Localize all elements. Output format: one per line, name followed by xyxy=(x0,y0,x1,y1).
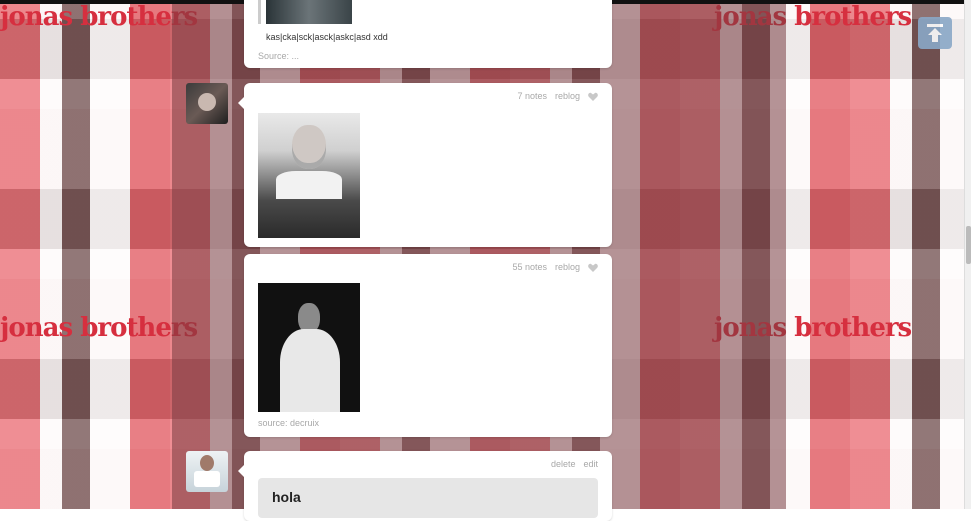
photo-collar xyxy=(276,171,342,199)
reblog-link[interactable]: reblog xyxy=(555,91,580,101)
post-text-reblog: kas|cka|sck|asck|askc|asd xdd Source: ..… xyxy=(244,0,612,68)
reblog-link[interactable]: reblog xyxy=(555,262,580,272)
notes-count[interactable]: 55 notes xyxy=(512,262,547,272)
post-caret xyxy=(238,465,244,477)
avatar-photo xyxy=(200,455,214,471)
post-photo-image[interactable] xyxy=(258,283,360,412)
post-meta: 55 notes reblog xyxy=(512,262,598,272)
post-photo: 7 notes reblog xyxy=(238,83,612,247)
photo-coat xyxy=(280,329,340,412)
notes-count[interactable]: 7 notes xyxy=(517,91,547,101)
post-text: hola xyxy=(272,489,301,505)
scroll-to-top-button[interactable] xyxy=(918,17,952,49)
avatar-photo xyxy=(198,93,216,111)
avatar-body xyxy=(194,471,220,487)
post-photo-image[interactable] xyxy=(258,113,360,238)
wallpaper-brand-text: jonas brothers xyxy=(0,2,198,32)
post-thumbnail[interactable] xyxy=(266,0,352,24)
quote-bar xyxy=(258,0,261,24)
wallpaper-brand-text: jonas brothers xyxy=(0,313,198,343)
post-meta: delete edit xyxy=(551,459,598,469)
scrollbar-thumb[interactable] xyxy=(966,226,971,264)
post-text-own: delete edit hola xyxy=(238,451,612,521)
post-meta: 7 notes reblog xyxy=(517,91,598,101)
page-scrollbar[interactable] xyxy=(964,0,971,509)
post-source[interactable]: source: decruix xyxy=(258,418,319,428)
edit-link[interactable]: edit xyxy=(583,459,598,469)
post-photo: 55 notes reblog source: decruix xyxy=(244,254,612,437)
heart-icon[interactable] xyxy=(588,263,598,272)
post-caption: kas|cka|sck|asck|askc|asd xdd xyxy=(266,32,388,42)
avatar[interactable] xyxy=(186,83,228,124)
delete-link[interactable]: delete xyxy=(551,459,576,469)
photo-face xyxy=(292,125,326,169)
post-text-box: hola xyxy=(258,478,598,518)
post-source[interactable]: Source: ... xyxy=(258,51,299,61)
post-caret xyxy=(238,97,244,109)
arrow-up-bar-icon xyxy=(927,24,943,42)
heart-icon[interactable] xyxy=(588,92,598,101)
avatar[interactable] xyxy=(186,451,228,492)
